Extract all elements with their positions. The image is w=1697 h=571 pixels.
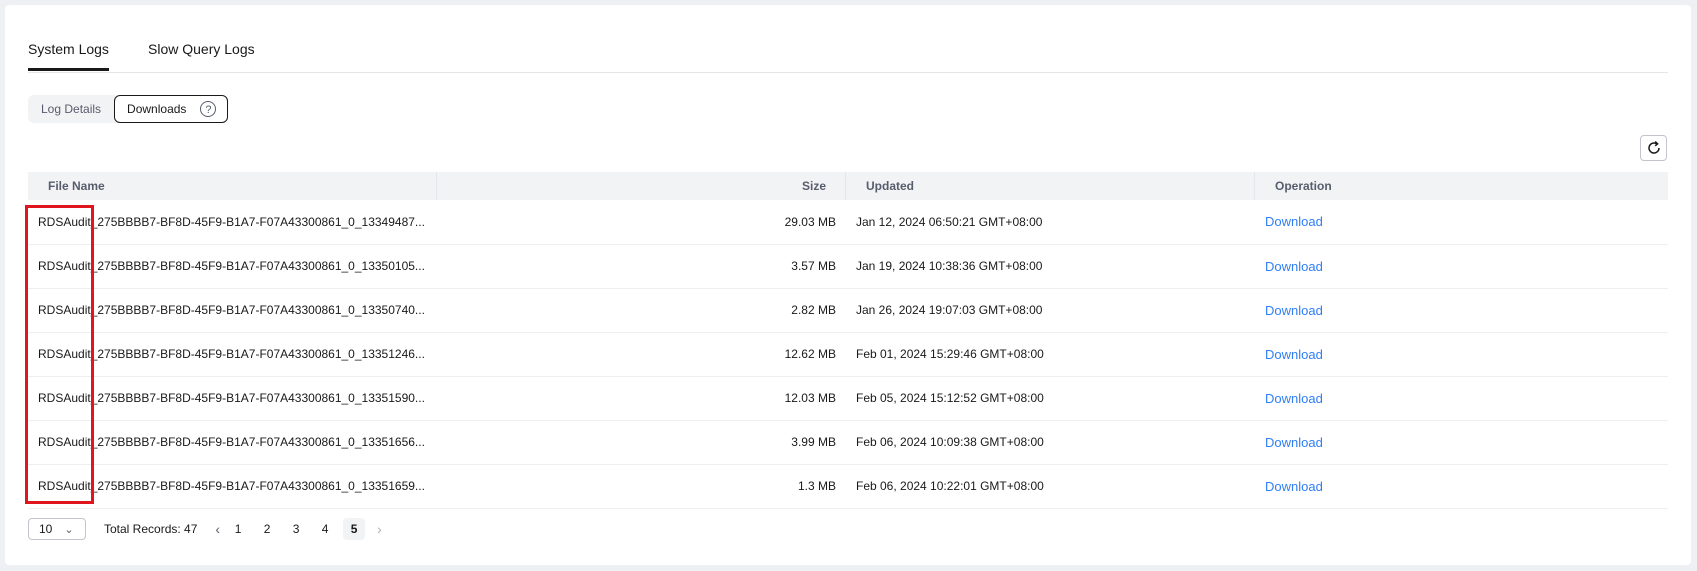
size-cell: 12.62 MB [784,347,836,361]
size-cell: 2.82 MB [791,303,836,317]
table-row: RDSAudit_275BBBB7-BF8D-45F9-B1A7-F07A433… [28,332,1668,376]
download-link[interactable]: Download [1265,214,1323,229]
table-row: RDSAudit_275BBBB7-BF8D-45F9-B1A7-F07A433… [28,420,1668,464]
pagination: 10 ⌄ Total Records: 47 ‹ 1 2 3 4 5 › [28,518,382,540]
total-records: Total Records: 47 [104,522,198,536]
file-name-cell: RDSAudit_275BBBB7-BF8D-45F9-B1A7-F07A433… [38,214,425,229]
table-row: RDSAudit_275BBBB7-BF8D-45F9-B1A7-F07A433… [28,244,1668,288]
download-link[interactable]: Download [1265,303,1323,318]
size-cell: 12.03 MB [784,391,836,405]
help-icon[interactable]: ? [200,101,217,117]
log-details-button[interactable]: Log Details [28,95,114,123]
col-file-name: File Name [28,172,437,200]
chevron-down-icon: ⌄ [64,523,74,536]
download-link[interactable]: Download [1265,479,1323,494]
tab-slow-query-logs[interactable]: Slow Query Logs [148,40,255,58]
col-updated: Updated [846,172,1255,200]
log-downloads-table: File Name Size Updated Operation RDSAudi… [28,172,1668,509]
refresh-icon [1647,141,1660,154]
view-switch: Log Details Downloads ? [28,95,229,123]
download-link[interactable]: Download [1265,347,1323,362]
updated-cell: Feb 01, 2024 15:29:46 GMT+08:00 [856,347,1044,361]
updated-cell: Feb 06, 2024 10:22:01 GMT+08:00 [856,479,1044,493]
size-cell: 3.99 MB [791,435,836,449]
page-3[interactable]: 3 [285,518,307,540]
file-name-cell: RDSAudit_275BBBB7-BF8D-45F9-B1A7-F07A433… [38,479,425,493]
size-cell: 3.57 MB [791,259,836,273]
updated-cell: Feb 06, 2024 10:09:38 GMT+08:00 [856,435,1044,449]
page-2[interactable]: 2 [256,518,278,540]
table-row: RDSAudit_275BBBB7-BF8D-45F9-B1A7-F07A433… [28,288,1668,332]
download-link[interactable]: Download [1265,391,1323,406]
page-size-select[interactable]: 10 ⌄ [28,518,86,540]
log-tabs: System Logs Slow Query Logs [28,40,1668,73]
updated-cell: Jan 19, 2024 10:38:36 GMT+08:00 [856,259,1043,273]
file-name-cell: RDSAudit_275BBBB7-BF8D-45F9-B1A7-F07A433… [38,435,425,449]
updated-cell: Jan 12, 2024 06:50:21 GMT+08:00 [856,214,1043,229]
downloads-button[interactable]: Downloads ? [114,95,229,123]
page-1[interactable]: 1 [227,518,249,540]
page-4[interactable]: 4 [314,518,336,540]
table-row: RDSAudit_275BBBB7-BF8D-45F9-B1A7-F07A433… [28,464,1668,508]
file-name-cell: RDSAudit_275BBBB7-BF8D-45F9-B1A7-F07A433… [38,347,425,361]
size-cell: 1.3 MB [797,479,836,493]
file-name-cell: RDSAudit_275BBBB7-BF8D-45F9-B1A7-F07A433… [38,303,425,317]
size-cell: 29.03 MB [784,214,836,229]
file-name-cell: RDSAudit_275BBBB7-BF8D-45F9-B1A7-F07A433… [38,391,425,405]
page-size-value: 10 [39,522,53,536]
table-row: RDSAudit_275BBBB7-BF8D-45F9-B1A7-F07A433… [28,200,1668,244]
refresh-button[interactable] [1640,135,1667,161]
downloads-label: Downloads [127,102,187,116]
table-header: File Name Size Updated Operation [28,172,1668,200]
download-link[interactable]: Download [1265,259,1323,274]
col-operation: Operation [1275,179,1332,193]
next-page-icon[interactable]: › [377,521,382,537]
prev-page-icon[interactable]: ‹ [215,521,220,537]
updated-cell: Feb 05, 2024 15:12:52 GMT+08:00 [856,391,1044,405]
col-size: Size [437,172,846,200]
download-link[interactable]: Download [1265,435,1323,450]
log-details-label: Log Details [41,102,102,116]
file-name-cell: RDSAudit_275BBBB7-BF8D-45F9-B1A7-F07A433… [38,259,425,273]
tab-system-logs[interactable]: System Logs [28,40,109,71]
updated-cell: Jan 26, 2024 19:07:03 GMT+08:00 [856,303,1043,317]
page-5[interactable]: 5 [343,518,366,540]
table-row: RDSAudit_275BBBB7-BF8D-45F9-B1A7-F07A433… [28,376,1668,420]
